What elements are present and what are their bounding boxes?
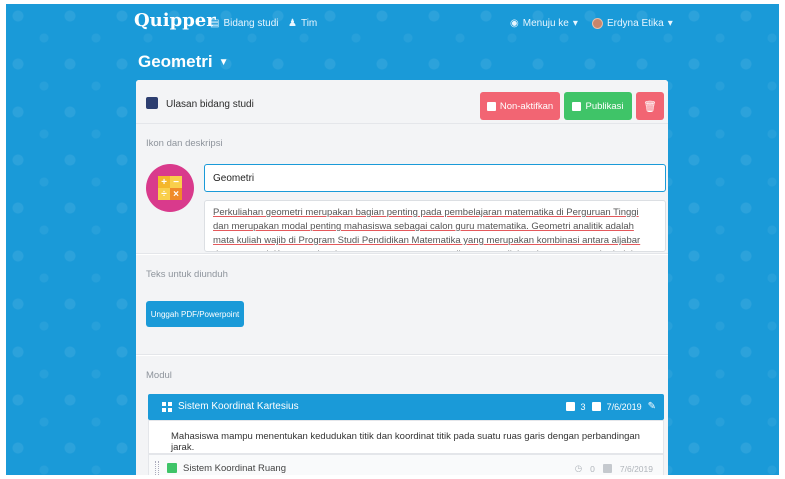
upload-pdf-button[interactable]: Unggah PDF/Powerpoint [146,301,244,327]
module-meta: 3 7/6/2019 ✎ [565,401,656,412]
description-text: Perkuliahan geometri merupakan bagian pe… [213,207,646,251]
app-background: Quipper ▤ Bidang studi ♟ Tim ◉ Menuju ke… [6,4,779,475]
user-name: Erdyna Etika [607,18,664,29]
caret-down-icon: ▾ [572,18,578,29]
module-title: Sistem Koordinat Kartesius [178,401,299,412]
avatar [592,18,603,29]
user-menu[interactable]: Erdyna Etika ▾ [592,18,673,29]
card-header: Ulasan bidang studi Non-aktifkan Publika… [136,80,668,124]
submodule-title: Sistem Koordinat Ruang [183,463,286,474]
download-text-section: Teks untuk diunduh Unggah PDF/Powerpoint [136,255,668,355]
chapter-icon [167,463,177,473]
nav-tim-label: Tim [300,18,318,29]
target-icon: ◉ [510,18,519,29]
delete-button[interactable]: 🗑 [636,92,664,120]
quipper-logo[interactable]: Quipper [134,10,216,31]
caret-down-icon: ▾ [667,18,673,29]
submodule-date: 7/6/2019 [619,463,653,474]
subject-card: Ulasan bidang studi Non-aktifkan Publika… [136,80,668,475]
section-label-teks: Teks untuk diunduh [146,269,228,280]
list-icon [565,402,575,411]
section-label-modul: Modul [146,370,172,381]
clock-icon: ◷ [574,463,583,473]
submodule-count: 0 [590,463,595,474]
grid-icon [162,402,172,412]
module-description: Mahasiswa mampu menentukan kedudukan tit… [148,420,664,454]
publish-label: Publikasi [585,100,624,112]
edit-icon[interactable]: ✎ [648,401,656,412]
book-icon: ▤ [210,18,220,29]
nav-menuju-ke-label: Menuju ke [522,18,569,29]
module-section: Modul Sistem Koordinat Kartesius 3 7/6/2… [136,356,668,475]
deactivate-button[interactable]: Non-aktifkan [480,92,560,120]
review-icon [146,97,158,109]
team-icon: ♟ [288,18,297,29]
module-count: 3 [580,401,586,412]
drag-handle-icon[interactable] [155,461,159,475]
deactivate-label: Non-aktifkan [499,100,554,112]
publish-button[interactable]: Publikasi [564,92,632,120]
submodule-meta: ◷ 0 7/6/2019 [575,463,653,474]
subject-description-textarea[interactable]: Perkuliahan geometri merupakan bagian pe… [204,200,666,252]
nav-bidang-studi[interactable]: ▤ Bidang studi [210,18,279,29]
caret-down-icon: ▼ [218,56,229,68]
section-label-ikon: Ikon dan deskripsi [146,138,223,149]
deactivate-icon [486,101,496,111]
review-label: Ulasan bidang studi [166,99,254,110]
page-title-text: Geometri [138,52,213,71]
nav-bidang-studi-label: Bidang studi [223,18,279,29]
nav-tim[interactable]: ♟ Tim [288,18,317,29]
calendar-icon [602,464,612,473]
top-navbar: Quipper ▤ Bidang studi ♟ Tim ◉ Menuju ke… [6,4,779,44]
module-date: 7/6/2019 [606,401,642,412]
publish-icon [572,101,582,111]
math-operators-icon: + − ÷ × [158,176,182,200]
nav-menuju-ke[interactable]: ◉ Menuju ke ▾ [510,18,578,29]
page-title[interactable]: Geometri ▼ [138,52,229,72]
trash-icon: 🗑 [643,100,657,113]
icon-description-section: Ikon dan deskripsi +−÷× Perkuliahan geom… [136,124,668,254]
subject-icon[interactable]: + − ÷ × [146,164,194,212]
list-item[interactable]: Sistem Koordinat Ruang ◷ 0 7/6/2019 [148,454,664,475]
subject-title-input[interactable] [204,164,666,192]
module-header[interactable]: Sistem Koordinat Kartesius 3 7/6/2019 ✎ [148,394,664,420]
calendar-icon [591,402,601,411]
